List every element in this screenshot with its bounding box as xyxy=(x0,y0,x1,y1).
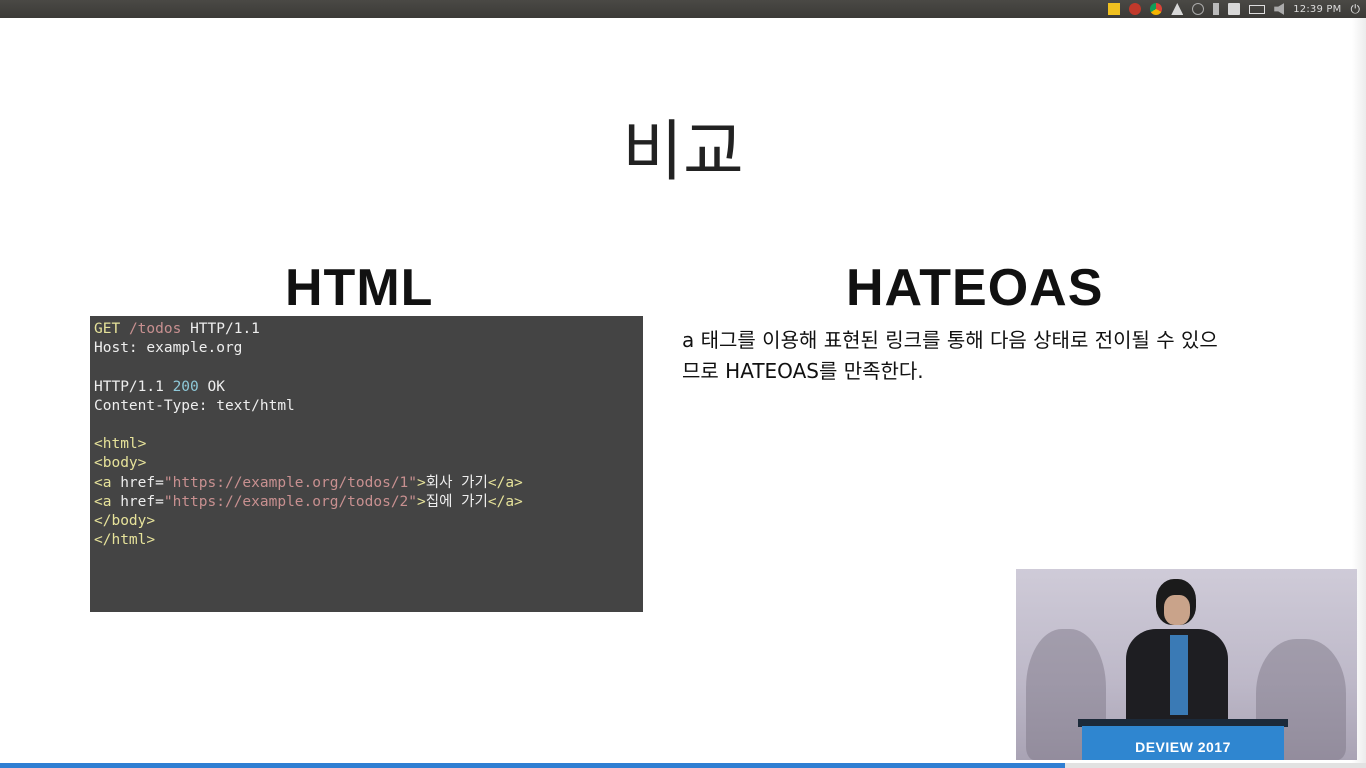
notes-icon[interactable] xyxy=(1108,3,1121,15)
alert-icon[interactable] xyxy=(1129,3,1142,15)
hateoas-heading: HATEOAS xyxy=(846,259,1104,317)
mail-icon[interactable] xyxy=(1228,3,1241,15)
code-line-link-1: <a href="https://example.org/todos/1">회사… xyxy=(94,474,523,491)
wifi-icon[interactable] xyxy=(1192,3,1205,15)
chrome-icon[interactable] xyxy=(1150,3,1163,15)
code-line-link-2: <a href="https://example.org/todos/2">집에… xyxy=(94,493,523,510)
code-line-body-close: </body> xyxy=(94,512,156,529)
code-line-content-type: Content-Type: text/html xyxy=(94,397,295,414)
clock[interactable]: 12:39 PM xyxy=(1293,4,1341,15)
hateoas-description: a 태그를 이용해 표현된 링크를 통해 다음 상태로 전이될 수 있으 므로 … xyxy=(682,325,1322,387)
description-line-1: a 태그를 이용해 표현된 링크를 통해 다음 상태로 전이될 수 있으 xyxy=(682,328,1218,352)
code-line-status: HTTP/1.1 200 OK xyxy=(94,378,225,395)
speaker-shirt xyxy=(1170,635,1188,715)
http-code-block: GET /todos HTTP/1.1 Host: example.org HT… xyxy=(90,316,643,612)
description-line-2: 므로 HATEOAS를 만족한다. xyxy=(682,359,924,383)
podium-label: DEVIEW 2017 xyxy=(1135,739,1231,755)
code-line-html-close: </html> xyxy=(94,532,156,549)
code-line-body-open: <body> xyxy=(94,455,147,472)
code-line-html-open: <html> xyxy=(94,436,147,453)
html-heading: HTML xyxy=(285,259,434,317)
acrobat-icon[interactable] xyxy=(1171,3,1184,15)
slide-progress-fill xyxy=(0,763,1066,768)
slide-title: 비교 xyxy=(622,113,744,190)
speaker-face xyxy=(1164,595,1190,625)
bluetooth-icon[interactable] xyxy=(1213,3,1220,15)
code-line-request: GET /todos HTTP/1.1 xyxy=(94,321,260,337)
volume-icon[interactable] xyxy=(1274,3,1285,15)
presenter-video: DEVIEW 2017 xyxy=(1016,569,1357,760)
system-top-panel: 12:39 PM ⏻ xyxy=(0,0,1366,18)
power-icon[interactable]: ⏻ xyxy=(1351,2,1361,17)
system-tray: 12:39 PM ⏻ xyxy=(1108,0,1360,18)
slide-progress-bar xyxy=(0,763,1366,768)
code-line-host: Host: example.org xyxy=(94,340,243,357)
battery-icon[interactable] xyxy=(1249,4,1266,14)
